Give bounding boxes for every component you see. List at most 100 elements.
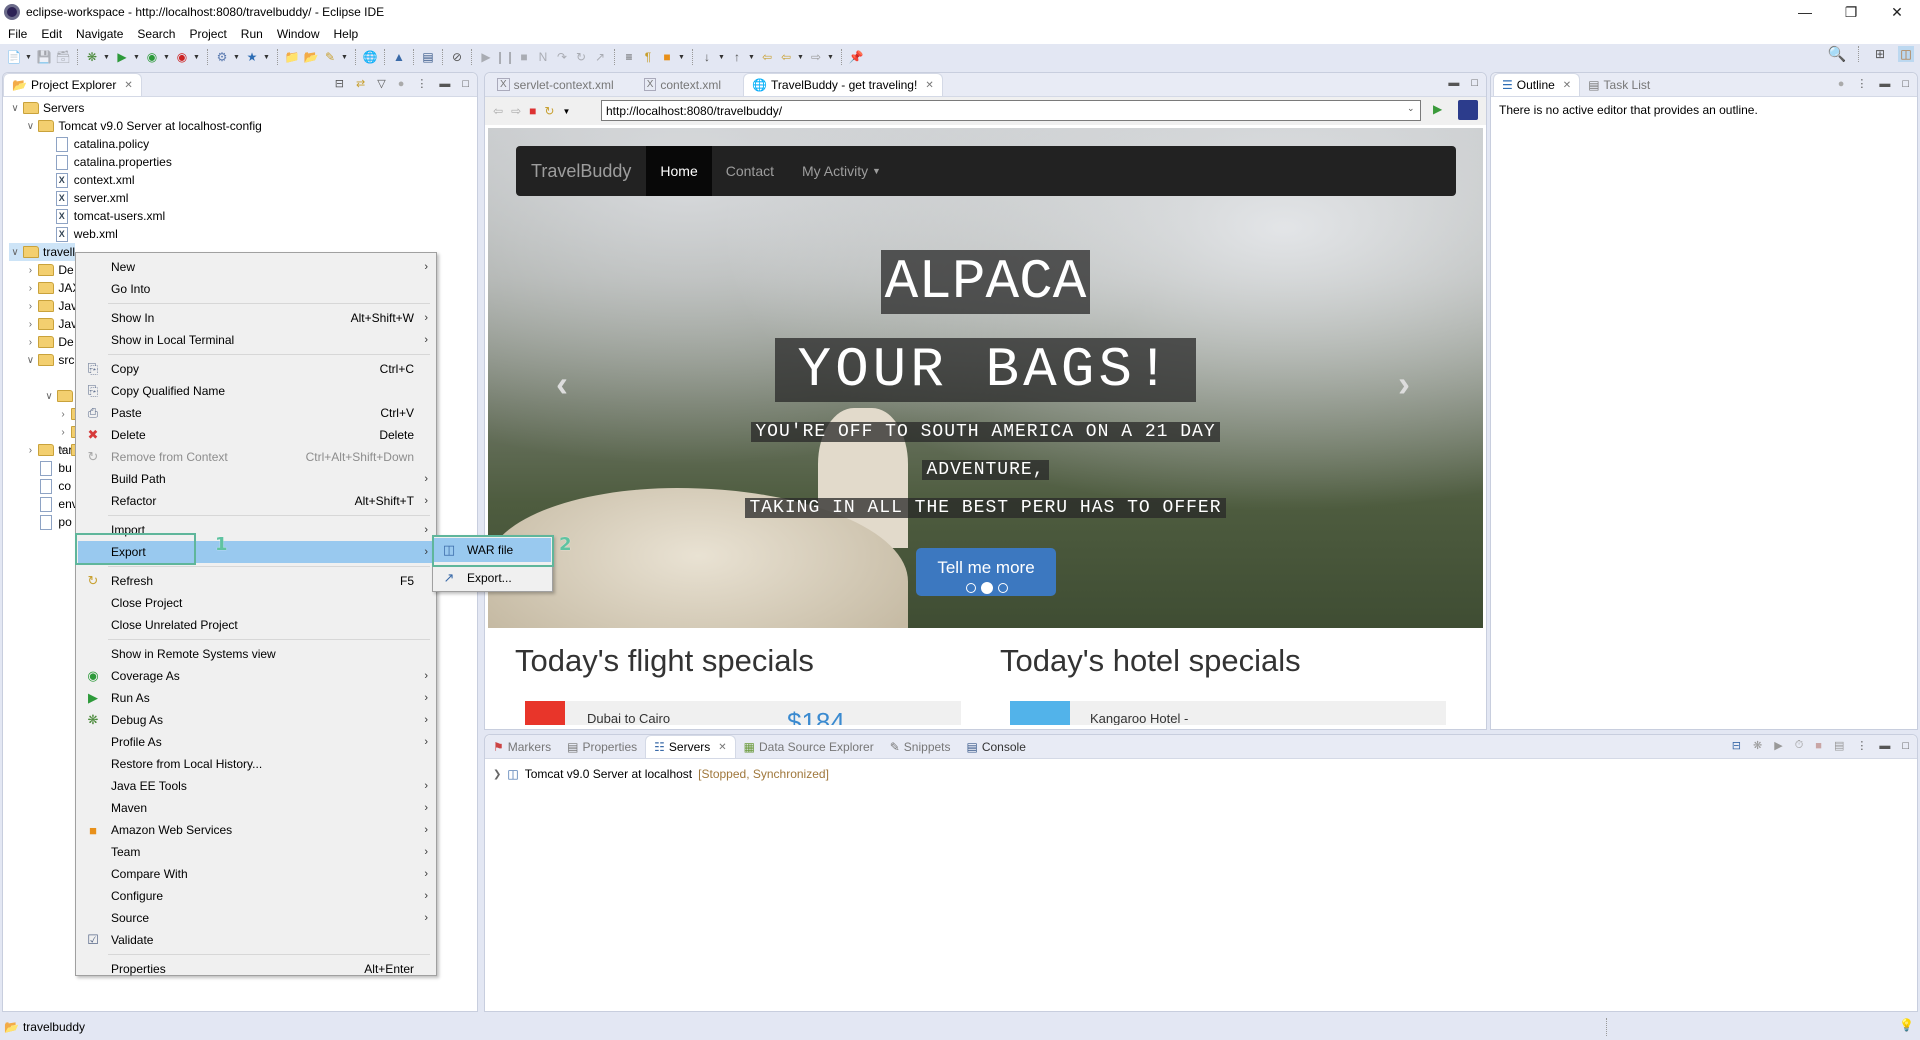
menu-search[interactable]: Search bbox=[137, 27, 175, 41]
menu-item-close-project[interactable]: Close Project bbox=[78, 592, 434, 614]
nav-my-activity[interactable]: My Activity ▼ bbox=[788, 146, 895, 196]
menu-item-build-path[interactable]: Build Path › bbox=[78, 468, 434, 490]
word-wrap-icon[interactable]: ≡ bbox=[621, 49, 637, 65]
prev-annotation-dropdown-icon[interactable]: ▼ bbox=[748, 54, 756, 61]
menu-item-configure[interactable]: Configure › bbox=[78, 885, 434, 907]
tree-item[interactable]: Xtomcat-users.xml bbox=[40, 207, 165, 225]
forward-icon[interactable]: ⇨ bbox=[808, 49, 824, 65]
new-servlet-dropdown-icon[interactable]: ▼ bbox=[263, 54, 271, 61]
minimize-icon[interactable]: ▬ bbox=[1879, 740, 1890, 752]
next-annotation-dropdown-icon[interactable]: ▼ bbox=[718, 54, 726, 61]
chevron-right-icon[interactable]: › bbox=[24, 265, 36, 276]
last-edit-icon[interactable]: ⇦ bbox=[759, 49, 775, 65]
expand-icon[interactable]: ❯ bbox=[493, 769, 501, 780]
minimize-icon[interactable]: ▬ bbox=[1448, 77, 1459, 89]
tree-item[interactable]: › Jav bbox=[24, 297, 77, 315]
menu-item-show-in-remote-systems-view[interactable]: Show in Remote Systems view bbox=[78, 643, 434, 665]
save-icon[interactable]: 💾 bbox=[36, 49, 52, 65]
chevron-icon[interactable]: ∨ bbox=[57, 445, 69, 456]
menu-item-paste[interactable]: ⎙ Paste Ctrl+V bbox=[78, 402, 434, 424]
focus-icon[interactable]: ● bbox=[398, 78, 405, 90]
stop-icon[interactable]: ■ bbox=[529, 104, 536, 118]
pen-dropdown-icon[interactable]: ▼ bbox=[341, 54, 349, 61]
prev-annotation-icon[interactable]: ↑ bbox=[729, 49, 745, 65]
chevron-icon[interactable]: ∨ bbox=[43, 391, 55, 402]
globe-icon[interactable]: 🌐 bbox=[362, 49, 378, 65]
url-input[interactable] bbox=[601, 100, 1421, 121]
go-icon[interactable]: ▶ bbox=[1433, 102, 1442, 116]
new-icon[interactable]: 📄 bbox=[6, 49, 22, 65]
view-menu-icon[interactable]: ⋮ bbox=[1856, 739, 1867, 752]
tree-item[interactable]: › JAX bbox=[24, 279, 81, 297]
tree-item[interactable]: catalina.properties bbox=[40, 153, 172, 171]
carousel-next-icon[interactable]: › bbox=[1398, 363, 1410, 405]
eclipse-browser-icon[interactable] bbox=[1458, 100, 1478, 120]
close-tab-icon[interactable]: ✕ bbox=[718, 742, 726, 753]
new-dropdown-icon[interactable]: ▼ bbox=[25, 54, 33, 61]
menu-navigate[interactable]: Navigate bbox=[76, 27, 123, 41]
skip-breakpoints-icon[interactable]: ⊘ bbox=[449, 49, 465, 65]
tab-project-explorer[interactable]: 📂 Project Explorer ✕ bbox=[3, 73, 142, 96]
chevron-down-icon[interactable]: ∨ bbox=[24, 121, 36, 132]
tree-item[interactable]: env bbox=[24, 495, 78, 513]
chevron-right-icon[interactable]: › bbox=[24, 301, 36, 312]
focus-icon[interactable]: ● bbox=[1838, 78, 1845, 90]
resume-icon[interactable]: ▶ bbox=[478, 49, 494, 65]
pin-editor-icon[interactable]: 📌 bbox=[848, 49, 864, 65]
link-editor-icon[interactable]: ⇄ bbox=[356, 77, 365, 90]
tab-task-list[interactable]: ▤ Task List bbox=[1580, 73, 1658, 96]
menu-item-copy[interactable]: ⎘ Copy Ctrl+C bbox=[78, 358, 434, 380]
menu-item-validate[interactable]: ☑ Validate bbox=[78, 929, 434, 951]
tree-item[interactable]: catalina.policy bbox=[40, 135, 149, 153]
menu-item-show-in[interactable]: Show In Alt+Shift+W › bbox=[78, 307, 434, 329]
start-server-icon[interactable]: ▶ bbox=[1774, 739, 1782, 752]
menu-file[interactable]: File bbox=[8, 27, 27, 41]
refresh-icon[interactable]: ↻ bbox=[544, 104, 554, 118]
new-server-dropdown-icon[interactable]: ▼ bbox=[233, 54, 241, 61]
site-brand[interactable]: TravelBuddy bbox=[516, 161, 646, 182]
tree-item[interactable]: › De bbox=[24, 333, 74, 351]
forward-icon[interactable]: ⇨ bbox=[511, 104, 521, 118]
menu-item-delete[interactable]: ✖ Delete Delete bbox=[78, 424, 434, 446]
menu-item-remove-from-context[interactable]: ↻ Remove from Context Ctrl+Alt+Shift+Down bbox=[78, 446, 434, 468]
suspend-icon[interactable]: ❙❙ bbox=[495, 49, 515, 65]
stop-server-icon[interactable]: ■ bbox=[1815, 740, 1822, 752]
tree-item[interactable]: ∨ Servers bbox=[9, 99, 84, 117]
menu-item-run-as[interactable]: ▶ Run As › bbox=[78, 687, 434, 709]
menu-help[interactable]: Help bbox=[334, 27, 359, 41]
publish-icon[interactable]: ▤ bbox=[1834, 739, 1844, 752]
profile-server-icon[interactable]: ⏱ bbox=[1795, 739, 1804, 752]
chevron-right-icon[interactable]: › bbox=[24, 283, 36, 294]
view-menu-icon[interactable]: ⋮ bbox=[416, 77, 427, 90]
menu-item-show-in-local-terminal[interactable]: Show in Local Terminal › bbox=[78, 329, 434, 351]
menu-edit[interactable]: Edit bbox=[41, 27, 62, 41]
chevron-down-icon[interactable]: ∨ bbox=[9, 103, 21, 114]
chevron-icon[interactable]: › bbox=[57, 427, 69, 438]
tip-lightbulb-icon[interactable]: 💡 bbox=[1899, 1018, 1914, 1032]
menu-item-new[interactable]: New › bbox=[78, 256, 434, 278]
chevron-right-icon[interactable]: › bbox=[24, 319, 36, 330]
console-icon[interactable]: ▤ bbox=[420, 49, 436, 65]
coverage-dropdown-icon[interactable]: ▼ bbox=[163, 54, 171, 61]
chevron-right-icon[interactable]: › bbox=[24, 337, 36, 348]
show-whitespace-icon[interactable]: ¶ bbox=[640, 49, 656, 65]
flight-special-card[interactable]: Dubai to Cairo $184 bbox=[525, 701, 961, 725]
maximize-icon[interactable]: □ bbox=[1471, 77, 1478, 89]
collapse-all-icon[interactable]: ⊟ bbox=[1732, 739, 1741, 752]
external-tools-icon[interactable]: ◉ bbox=[174, 49, 190, 65]
menu-item-close-unrelated-project[interactable]: Close Unrelated Project bbox=[78, 614, 434, 636]
menu-item-profile-as[interactable]: Profile As › bbox=[78, 731, 434, 753]
back-dropdown-icon[interactable]: ▼ bbox=[797, 54, 805, 61]
minimize-icon[interactable]: ▬ bbox=[1879, 78, 1890, 90]
menu-item-go-into[interactable]: Go Into bbox=[78, 278, 434, 300]
new-server-icon[interactable]: ⚙ bbox=[214, 49, 230, 65]
tree-item[interactable]: Xweb.xml bbox=[40, 225, 118, 243]
server-row[interactable]: ❯ ◫ Tomcat v9.0 Server at localhost [Sto… bbox=[493, 767, 829, 781]
menu-item-coverage-as[interactable]: ◉ Coverage As › bbox=[78, 665, 434, 687]
menu-run[interactable]: Run bbox=[241, 27, 263, 41]
hotel-special-card[interactable]: Kangaroo Hotel - bbox=[1010, 701, 1446, 725]
back-icon[interactable]: ⇦ bbox=[778, 49, 794, 65]
menu-item-compare-with[interactable]: Compare With › bbox=[78, 863, 434, 885]
aws-dropdown-icon[interactable]: ▼ bbox=[678, 54, 686, 61]
restore-button[interactable]: ❐ bbox=[1828, 0, 1874, 24]
